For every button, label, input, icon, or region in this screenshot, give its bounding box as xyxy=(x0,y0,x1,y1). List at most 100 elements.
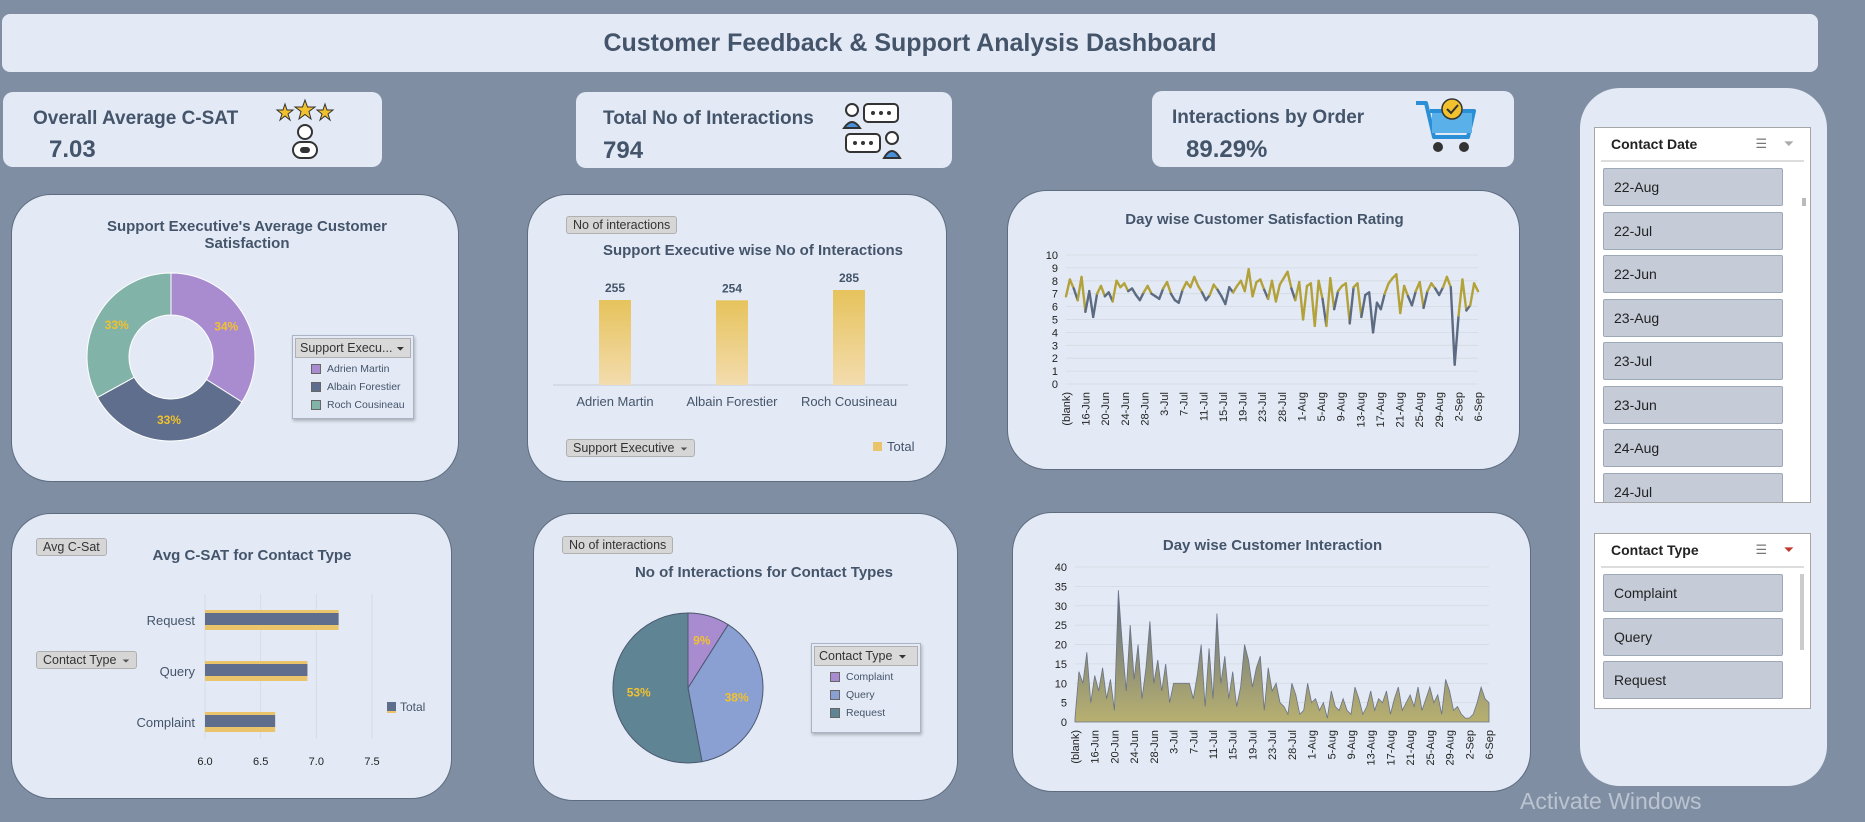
tick-label: 15-Jul xyxy=(1218,392,1230,422)
legend-swatch xyxy=(873,442,882,451)
kpi-label: Interactions by Order xyxy=(1172,107,1365,128)
scrollbar-thumb[interactable] xyxy=(1800,574,1804,650)
multi-select-icon[interactable]: ☰ xyxy=(1755,542,1767,557)
tick-label: 7-Jul xyxy=(1188,730,1200,754)
slicer-item[interactable]: Query xyxy=(1603,617,1783,656)
tick-label: (blank) xyxy=(1061,392,1073,426)
legend-swatch xyxy=(387,701,396,713)
tick-label: 10 xyxy=(1046,250,1058,262)
kpi-interactions-by-order: Interactions by Order 89.29% xyxy=(1152,91,1514,167)
tick-label: 2 xyxy=(1052,353,1058,365)
filter-icon: ⏷ xyxy=(898,652,907,663)
panel-exec-interactions: No of interactions Support Executive wis… xyxy=(527,194,947,482)
line-segment xyxy=(1123,282,1130,293)
slicer-item[interactable]: Request xyxy=(1603,661,1783,699)
slicer-item[interactable]: 23-Jul xyxy=(1603,342,1783,380)
tick-label: Complaint xyxy=(136,715,195,730)
axis-field-label: Support Executive xyxy=(573,441,675,455)
tick-label: 23-Jul xyxy=(1267,730,1279,760)
pie-legend: Contact Type ⏷ Complaint Query Request xyxy=(811,643,921,733)
legend-item: Query xyxy=(812,686,920,704)
line-segment xyxy=(1092,292,1099,319)
tick-label: 5-Aug xyxy=(1326,730,1338,759)
line-segment xyxy=(1224,286,1231,306)
tick-label: 28-Jun xyxy=(1139,392,1151,426)
line-segment xyxy=(1418,280,1425,310)
slicer-item[interactable]: 23-Aug xyxy=(1603,298,1783,337)
legend-label: Adrien Martin xyxy=(327,363,390,375)
tick-label: 2-Sep xyxy=(1453,392,1465,421)
tick-label: 28-Jul xyxy=(1287,730,1299,760)
slicer-item[interactable]: 24-Aug xyxy=(1603,429,1783,467)
line-segment xyxy=(1301,284,1309,321)
data-label: 53% xyxy=(627,686,651,700)
donut-slice xyxy=(86,272,172,399)
panel-daywise-csat: Day wise Customer Satisfaction Rating 01… xyxy=(1007,190,1520,470)
slicer-item[interactable]: 23-Jun xyxy=(1603,385,1783,424)
tick-label: 28-Jun xyxy=(1149,730,1161,764)
slicer-header: Contact Date ☰ ⏷ xyxy=(1601,128,1804,162)
scrollbar-thumb[interactable] xyxy=(1802,198,1806,206)
slicer-item[interactable]: 22-Aug xyxy=(1603,168,1783,206)
line-segment xyxy=(1146,284,1153,295)
legend-label: Albain Forestier xyxy=(327,381,401,393)
tick-label: 20-Jun xyxy=(1100,392,1112,426)
tick-label: 25-Aug xyxy=(1425,730,1437,765)
slicer-item[interactable]: 24-Jul xyxy=(1603,472,1783,502)
slicer-item[interactable]: Complaint xyxy=(1603,574,1783,612)
tick-label: 6 xyxy=(1052,302,1058,314)
tick-label: 5 xyxy=(1061,698,1067,710)
tick-label: 13-Aug xyxy=(1355,392,1367,427)
line-segment xyxy=(1099,284,1107,298)
axis-field-button[interactable]: Support Executive ⏷ xyxy=(566,439,695,457)
slicer-item[interactable]: 22-Jun xyxy=(1603,255,1783,293)
kpi-value: 794 xyxy=(603,137,644,164)
tick-label: 2-Sep xyxy=(1464,730,1476,759)
clear-filter-icon[interactable]: ⏷ xyxy=(1784,542,1794,557)
shopping-cart-icon xyxy=(1416,98,1476,152)
tick-label: 3 xyxy=(1052,340,1058,352)
tick-label: 5 xyxy=(1052,315,1058,327)
line-segment xyxy=(1461,278,1468,312)
activation-watermark: Activate Windows xyxy=(1520,788,1702,814)
clear-filter-icon[interactable]: ⏷ xyxy=(1784,136,1794,151)
legend-label: Request xyxy=(846,707,886,719)
tick-label: 3-Jul xyxy=(1159,392,1171,416)
tick-label: 29-Aug xyxy=(1434,392,1446,427)
tick-label: 1-Aug xyxy=(1307,730,1319,759)
data-label: 38% xyxy=(725,690,749,704)
data-label: 255 xyxy=(605,281,625,295)
data-label: 254 xyxy=(722,281,742,295)
line-segment xyxy=(1088,289,1095,319)
tick-label: 3-Jul xyxy=(1169,730,1181,754)
ctype-bar-chart: 6.0 6.5 7.0 7.5 Request Query Complaint xyxy=(136,594,380,768)
line-segment xyxy=(1286,270,1293,290)
chart-legend: Total xyxy=(873,439,914,454)
kpi-avg-csat: Overall Average C-SAT 7.03 xyxy=(3,92,382,167)
csat-line-chart: 012345678910 (blank) 16-Jun 20-Jun 24-Jun 28-… xyxy=(1046,250,1485,427)
filter-icon: ⏷ xyxy=(396,344,405,355)
line-segment xyxy=(1177,288,1184,304)
tick-label: 1-Aug xyxy=(1296,392,1308,421)
tick-label: 1 xyxy=(1052,366,1058,378)
tick-label: 4 xyxy=(1052,327,1058,339)
bar xyxy=(833,290,865,385)
tick-label: Roch Cousineau xyxy=(801,394,897,409)
tick-label: 11-Jul xyxy=(1208,730,1220,759)
tick-label: 20 xyxy=(1055,640,1067,652)
tick-label: 9-Aug xyxy=(1336,392,1348,421)
multi-select-icon[interactable]: ☰ xyxy=(1755,136,1767,151)
tick-label: 17-Aug xyxy=(1375,392,1387,427)
legend-label: Complaint xyxy=(846,671,894,683)
legend-filter-button[interactable]: Support Execu... ⏷ xyxy=(295,338,411,358)
line-segment xyxy=(1402,284,1410,298)
tick-label: 25-Aug xyxy=(1414,392,1426,427)
legend-title: Support Execu... xyxy=(300,341,393,355)
slicer-item[interactable]: 22-Jul xyxy=(1603,211,1783,250)
chart-legend: Total xyxy=(387,700,425,714)
tick-label: 8 xyxy=(1052,276,1058,288)
tick-label: 29-Aug xyxy=(1445,730,1457,765)
bar xyxy=(716,300,748,385)
legend-filter-button[interactable]: Contact Type ⏷ xyxy=(814,646,918,666)
bar-inner xyxy=(205,613,339,625)
